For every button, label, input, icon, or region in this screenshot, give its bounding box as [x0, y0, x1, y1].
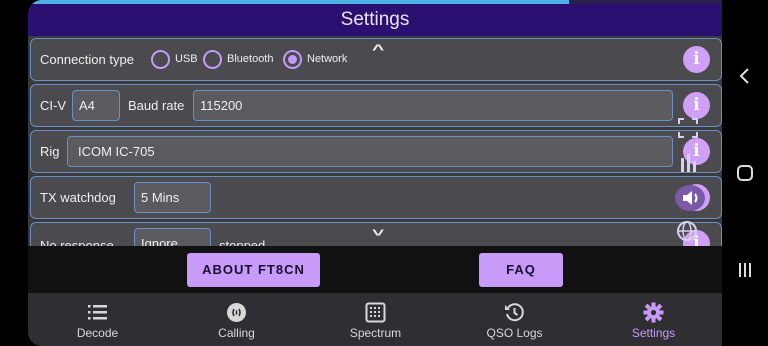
calling-icon: [227, 303, 246, 322]
volume-icon[interactable]: [674, 184, 706, 212]
nav-qso-logs-label: QSO Logs: [486, 326, 543, 340]
chevron-down-icon[interactable]: ^: [372, 223, 384, 239]
recents-icon[interactable]: [736, 261, 754, 279]
radio-bluetooth-label[interactable]: Bluetooth: [227, 39, 273, 80]
globe-icon[interactable]: [676, 220, 698, 242]
info-button-connection[interactable]: i: [683, 46, 710, 73]
no-response-label: No response: [40, 238, 114, 246]
home-icon[interactable]: [736, 164, 754, 182]
list-icon: [88, 305, 107, 320]
tx-watchdog-row: TX watchdog 5 Mins i: [30, 176, 722, 219]
no-response-row: No response Ignore stopped ^ i: [30, 222, 722, 246]
baud-rate-field[interactable]: 115200: [193, 90, 673, 121]
no-response-suffix: stopped: [219, 238, 266, 246]
nav-spectrum-label: Spectrum: [349, 326, 402, 340]
rig-field[interactable]: ICOM IC-705: [67, 136, 673, 167]
nav-calling[interactable]: Calling: [167, 293, 306, 346]
civ-label: CI-V: [40, 98, 66, 113]
no-response-field[interactable]: Ignore: [134, 228, 211, 246]
system-navigation-bar: [722, 0, 768, 346]
baud-rate-label: Baud rate: [128, 98, 185, 113]
chevron-up-icon[interactable]: ^: [372, 41, 384, 57]
gear-icon: [643, 302, 664, 323]
nav-settings[interactable]: Settings: [584, 293, 722, 346]
nav-calling-label: Calling: [218, 326, 255, 340]
radio-bluetooth[interactable]: [203, 50, 222, 69]
nav-spectrum[interactable]: Spectrum: [306, 293, 445, 346]
settings-list[interactable]: Connection type USB Bluetooth Network ^ …: [28, 38, 722, 246]
civ-address-field[interactable]: A4: [72, 90, 120, 121]
radio-network-label[interactable]: Network: [307, 39, 347, 80]
about-button[interactable]: ABOUT FT8CN: [187, 253, 320, 287]
nav-decode[interactable]: Decode: [28, 293, 167, 346]
fullscreen-icon[interactable]: [678, 118, 698, 138]
nav-decode-label: Decode: [76, 326, 119, 340]
action-bar: ABOUT FT8CN FAQ: [28, 246, 722, 293]
radio-network[interactable]: [283, 50, 302, 69]
page-title: Settings: [28, 4, 722, 36]
app-window: Settings Connection type USB Bluetooth N…: [28, 0, 722, 346]
civ-row: CI-V A4 Baud rate 115200 i: [30, 84, 722, 127]
bottom-navigation: Decode Calling Spectrum QSO Logs Setting…: [28, 293, 722, 346]
radio-usb[interactable]: [151, 50, 170, 69]
radio-usb-label[interactable]: USB: [175, 39, 198, 80]
rig-row: Rig ICOM IC-705 i: [30, 130, 722, 173]
info-button-civ[interactable]: i: [683, 92, 710, 119]
nav-qso-logs[interactable]: QSO Logs: [445, 293, 584, 346]
rig-label: Rig: [40, 144, 60, 159]
history-icon: [505, 303, 524, 322]
tx-watchdog-label: TX watchdog: [40, 190, 116, 205]
connection-type-row: Connection type USB Bluetooth Network ^ …: [30, 38, 722, 81]
spectrum-icon: [365, 302, 386, 323]
tx-watchdog-field[interactable]: 5 Mins: [134, 182, 211, 213]
connection-type-label: Connection type: [40, 52, 134, 67]
faq-button[interactable]: FAQ: [479, 253, 563, 287]
signal-bars-icon[interactable]: [680, 152, 698, 172]
back-icon[interactable]: [736, 67, 754, 85]
nav-settings-label: Settings: [631, 326, 676, 340]
